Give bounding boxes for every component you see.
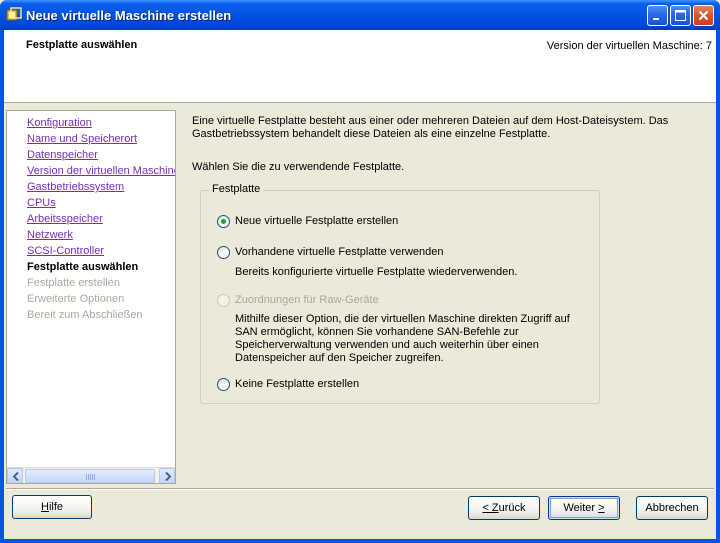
page-title: Festplatte auswählen [26,39,138,51]
radio-selected-dot [221,219,226,224]
wizard-step-item[interactable]: CPUs [27,195,175,211]
button-label: < [482,502,492,514]
wizard-step-item[interactable]: Version der virtuellen Maschine [27,163,175,179]
button-label: ilfe [48,501,63,513]
back-button[interactable]: < Zurück [468,496,540,520]
disk-groupbox: Festplatte Neue virtuelle Festplatte ers… [200,183,600,404]
wizard-step-item: Bereit zum Abschließen [27,309,143,321]
wizard-step-item[interactable]: Arbeitsspeicher [27,211,175,227]
radio-button[interactable] [217,378,230,391]
wizard-steps-list: Konfiguration Name und Speicherort Datensp… [27,115,175,323]
title-bar[interactable]: Neue virtuelle Maschine erstellen [0,0,720,30]
radio-button[interactable] [217,246,230,259]
wizard-step-item: Festplatte erstellen [27,277,120,289]
scroll-thumb[interactable] [25,469,155,483]
close-button[interactable] [693,5,714,26]
close-icon [698,10,709,21]
wizard-step-item[interactable]: SCSI-Controller [27,243,175,259]
radio-label: Neue virtuelle Festplatte erstellen [235,215,399,227]
window-title: Neue virtuelle Maschine erstellen [26,8,232,23]
maximize-button[interactable] [670,5,691,26]
groupbox-label: Festplatte [209,183,264,195]
wizard-header: Festplatte auswählen Version der virtuel… [4,30,716,103]
accelerator-key: Z [491,502,499,514]
minimize-button[interactable] [647,5,668,26]
accelerator-key: > [598,502,605,514]
description-line: Datenspeicher auf den Speicher zugreifen… [235,352,444,364]
wizard-step-item[interactable]: Konfiguration [27,115,175,131]
select-disk-label: Wählen Sie die zu verwendende Festplatte… [192,161,405,173]
chevron-left-icon [12,472,19,481]
scroll-left-button[interactable] [7,468,23,483]
help-button[interactable]: Hilfe [12,495,92,519]
cancel-button[interactable]: Abbrechen [636,496,708,520]
radio-label: Keine Festplatte erstellen [235,378,360,390]
wizard-step-item[interactable]: Name und Speicherort [27,131,175,147]
radio-label: Vorhandene virtuelle Festplatte verwende… [235,246,444,258]
chevron-right-icon [165,472,172,481]
description-line: Bereits konfigurierte virtuelle Festplat… [235,266,518,278]
accelerator-key: H [40,501,49,513]
wizard-step-item: Erweiterte Optionen [27,293,125,305]
vmware-vm-icon [6,7,22,21]
description-line: SAN ermöglicht, können Sie vorhandene SA… [235,326,519,338]
option-description: Mithilfe dieser Option, die der virtuell… [235,313,585,365]
radio-button[interactable] [217,215,230,228]
intro-line: Eine virtuelle Festplatte besteht aus ei… [192,115,669,127]
intro-line: Gastbetriebssystem behandelt diese Datei… [192,128,551,140]
radio-button-disabled [217,294,230,307]
radio-label: Zuordnungen für Raw-Geräte [235,294,379,306]
intro-text: Eine virtuelle Festplatte besteht aus ei… [192,115,682,141]
option-description: Bereits konfigurierte virtuelle Festplat… [235,266,585,279]
grip-icon [86,474,96,480]
wizard-step-item: Festplatte auswählen [27,261,139,273]
scroll-right-button[interactable] [159,468,175,483]
next-button[interactable]: Weiter > [548,496,620,520]
minimize-icon [653,18,659,20]
wizard-window: Neue virtuelle Maschine erstellen Festpl… [0,0,720,543]
wizard-step-item[interactable]: Netzwerk [27,227,175,243]
button-label: urück [498,502,526,514]
button-label: Weiter [563,502,599,514]
window-client: Festplatte auswählen Version der virtuel… [4,30,716,539]
description-line: Speicherverwaltung verwenden und auch we… [235,339,539,351]
maximize-icon [675,10,686,21]
horizontal-scrollbar[interactable] [7,467,175,483]
wizard-step-item[interactable]: Gastbetriebssystem [27,179,175,195]
wizard-step-item[interactable]: Datenspeicher [27,147,175,163]
vm-version-label: Version der virtuellen Maschine: 7 [546,40,712,52]
footer-separator [6,488,714,490]
wizard-steps-panel: Konfiguration Name und Speicherort Datensp… [6,110,176,484]
description-line: Mithilfe dieser Option, die der virtuell… [235,313,570,325]
